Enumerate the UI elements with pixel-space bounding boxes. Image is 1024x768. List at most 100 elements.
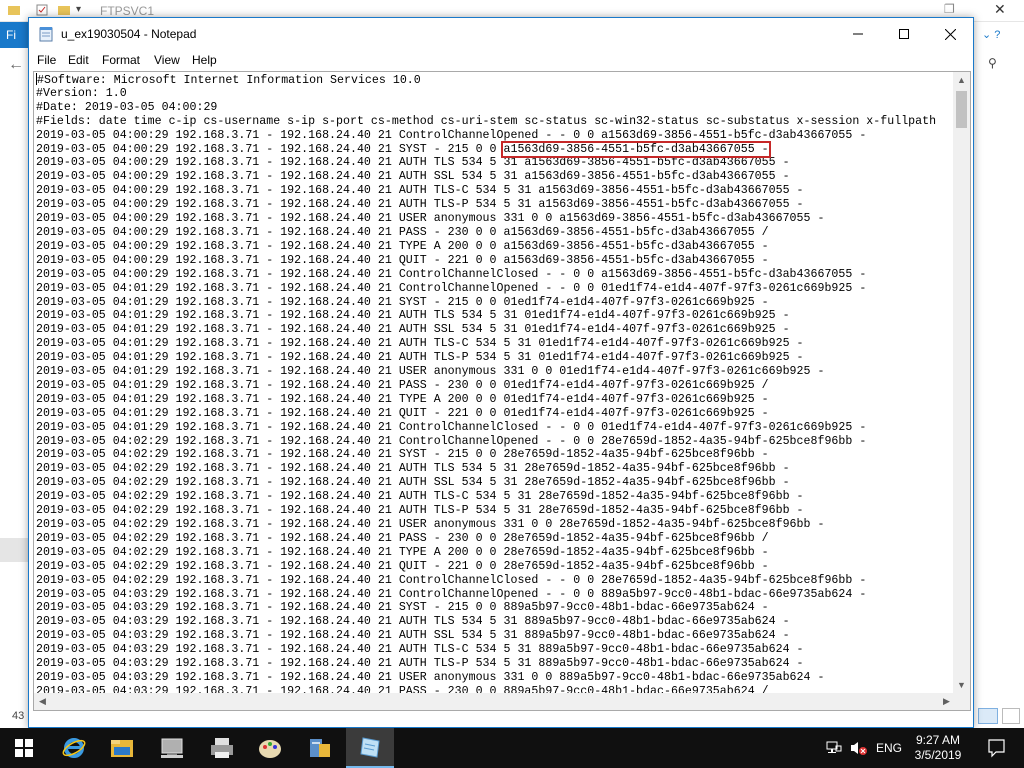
view-buttons — [976, 706, 1024, 726]
background-window-controls: ❐ ✕ ⌄ ? ⚲ — [944, 0, 1024, 90]
header-line: #Version: 1.0 — [36, 86, 127, 100]
log-line: 2019-03-05 04:03:29 192.168.3.71 - 192.1… — [36, 587, 867, 601]
scroll-left-arrow-icon[interactable]: ◀ — [34, 693, 51, 710]
menu-bar: File Edit Format View Help — [29, 50, 973, 71]
log-line: 2019-03-05 04:00:29 192.168.3.71 - 192.1… — [36, 140, 771, 158]
header-line: #Software: Microsoft Internet Informatio… — [36, 73, 421, 87]
log-line: 2019-03-05 04:03:29 192.168.3.71 - 192.1… — [36, 643, 804, 657]
search-icon[interactable]: ⚲ — [988, 56, 997, 70]
menu-format[interactable]: Format — [102, 53, 140, 67]
background-window-title: FTPSVC1 — [100, 4, 155, 18]
notepad-icon — [360, 737, 380, 758]
notepad-window: u_ex19030504 - Notepad File Edit Format … — [28, 17, 974, 728]
notepad-taskbar-button[interactable] — [346, 728, 394, 768]
file-explorer-button[interactable] — [98, 728, 146, 768]
clock-date: 3/5/2019 — [914, 748, 962, 762]
log-line: 2019-03-05 04:02:29 192.168.3.71 - 192.1… — [36, 490, 804, 504]
maximize-button[interactable] — [881, 18, 927, 50]
taskbar: ENG 9:27 AM 3/5/2019 — [0, 728, 1024, 768]
server-manager-button[interactable] — [296, 728, 344, 768]
close-icon[interactable]: ✕ — [994, 1, 1006, 18]
internet-explorer-button[interactable] — [50, 728, 98, 768]
paint-button[interactable] — [246, 728, 294, 768]
text-editor[interactable]: #Software: Microsoft Internet Informatio… — [33, 71, 971, 711]
log-line: 2019-03-05 04:02:29 192.168.3.71 - 192.1… — [36, 559, 769, 573]
log-line: 2019-03-05 04:01:29 192.168.3.71 - 192.1… — [36, 351, 804, 365]
log-line: 2019-03-05 04:03:29 192.168.3.71 - 192.1… — [36, 629, 790, 643]
log-line: 2019-03-05 04:03:29 192.168.3.71 - 192.1… — [36, 601, 769, 615]
log-line: 2019-03-05 04:02:29 192.168.3.71 - 192.1… — [36, 518, 825, 531]
scroll-down-arrow-icon[interactable]: ▼ — [953, 677, 970, 694]
menu-help[interactable]: Help — [192, 53, 217, 67]
log-line: 2019-03-05 04:01:29 192.168.3.71 - 192.1… — [36, 392, 769, 406]
restore-icon[interactable]: ❐ — [944, 2, 955, 16]
log-line: 2019-03-05 04:00:29 192.168.3.71 - 192.1… — [36, 267, 867, 281]
start-button[interactable] — [0, 728, 48, 768]
vertical-scroll-thumb[interactable] — [956, 91, 967, 128]
log-line: 2019-03-05 04:01:29 192.168.3.71 - 192.1… — [36, 420, 867, 434]
header-line: #Fields: date time c-ip cs-username s-ip… — [36, 114, 937, 128]
folder-icon — [8, 4, 20, 16]
log-line: 2019-03-05 04:03:29 192.168.3.71 - 192.1… — [36, 615, 790, 629]
menu-edit[interactable]: Edit — [68, 53, 89, 67]
log-line: 2019-03-05 04:00:29 192.168.3.71 - 192.1… — [36, 225, 769, 239]
log-line: 2019-03-05 04:02:29 192.168.3.71 - 192.1… — [36, 545, 769, 559]
server-manager-icon — [310, 739, 330, 757]
item-count: 43 — [12, 710, 25, 722]
window-title: u_ex19030504 - Notepad — [61, 27, 197, 41]
notification-icon — [988, 739, 1005, 758]
printer-button[interactable] — [198, 728, 246, 768]
large-icons-view-icon[interactable] — [1002, 708, 1020, 724]
log-line: 2019-03-05 04:01:29 192.168.3.71 - 192.1… — [36, 337, 804, 351]
log-line: 2019-03-05 04:01:29 192.168.3.71 - 192.1… — [36, 281, 867, 295]
log-line: 2019-03-05 04:02:29 192.168.3.71 - 192.1… — [36, 462, 790, 476]
paint-icon — [259, 740, 281, 758]
log-line: 2019-03-05 04:03:29 192.168.3.71 - 192.1… — [36, 670, 825, 684]
log-line: 2019-03-05 04:01:29 192.168.3.71 - 192.1… — [36, 309, 790, 323]
log-line: 2019-03-05 04:01:29 192.168.3.71 - 192.1… — [36, 378, 769, 392]
scroll-up-arrow-icon[interactable]: ▲ — [953, 72, 970, 89]
action-center-button[interactable] — [976, 736, 1016, 760]
log-line: 2019-03-05 04:01:29 192.168.3.71 - 192.1… — [36, 406, 769, 420]
menu-file[interactable]: File — [37, 53, 56, 67]
ribbon-file-tab[interactable]: Fi — [0, 22, 30, 48]
notepad-app-icon — [39, 26, 53, 42]
network-button[interactable] — [148, 728, 196, 768]
minimize-icon — [853, 33, 863, 35]
log-line: 2019-03-05 04:01:29 192.168.3.71 - 192.1… — [36, 323, 790, 337]
back-arrow-icon[interactable]: ← — [8, 56, 24, 74]
internet-explorer-icon — [62, 738, 86, 758]
close-button[interactable] — [927, 18, 973, 50]
log-line: 2019-03-05 04:00:29 192.168.3.71 - 192.1… — [36, 198, 804, 212]
editor-text-area[interactable]: #Software: Microsoft Internet Informatio… — [36, 73, 954, 695]
network-tray-icon[interactable] — [826, 740, 842, 756]
log-line: 2019-03-05 04:02:29 192.168.3.71 - 192.1… — [36, 573, 867, 587]
close-icon — [944, 28, 956, 40]
network-icon — [161, 738, 183, 758]
clock-time: 9:27 AM — [915, 733, 961, 747]
horizontal-scrollbar[interactable]: ◀ ▶ — [34, 693, 955, 710]
log-line: 2019-03-05 04:01:29 192.168.3.71 - 192.1… — [36, 365, 825, 379]
new-folder-icon[interactable] — [58, 4, 70, 16]
help-chevron-icon[interactable]: ⌄ ? — [982, 28, 1000, 41]
volume-muted-icon[interactable] — [850, 740, 867, 756]
clock[interactable]: 9:27 AM 3/5/2019 — [908, 733, 968, 763]
menu-view[interactable]: View — [154, 53, 180, 67]
nav-pane-selection — [0, 538, 28, 562]
customize-toolbar-chevron-icon[interactable]: ▾ — [76, 4, 88, 16]
properties-icon[interactable] — [36, 4, 48, 16]
log-line: 2019-03-05 04:02:29 192.168.3.71 - 192.1… — [36, 504, 804, 518]
language-indicator[interactable]: ENG — [876, 741, 902, 755]
notepad-titlebar[interactable]: u_ex19030504 - Notepad — [29, 18, 973, 50]
highlighted-session-id: a1563d69-3856-4551-b5fc-d3ab43667055 - — [501, 140, 771, 158]
minimize-button[interactable] — [835, 18, 881, 50]
log-line: 2019-03-05 04:02:29 192.168.3.71 - 192.1… — [36, 448, 769, 462]
log-line: 2019-03-05 04:02:29 192.168.3.71 - 192.1… — [36, 531, 769, 545]
log-line: 2019-03-05 04:02:29 192.168.3.71 - 192.1… — [36, 434, 867, 448]
log-line: 2019-03-05 04:00:29 192.168.3.71 - 192.1… — [36, 156, 790, 170]
scrollbar-corner — [953, 693, 970, 710]
log-line: 2019-03-05 04:00:29 192.168.3.71 - 192.1… — [36, 253, 769, 267]
details-view-icon[interactable] — [978, 708, 998, 724]
vertical-scrollbar[interactable]: ▲ ▼ — [953, 72, 970, 694]
log-line: 2019-03-05 04:00:29 192.168.3.71 - 192.1… — [36, 128, 867, 142]
